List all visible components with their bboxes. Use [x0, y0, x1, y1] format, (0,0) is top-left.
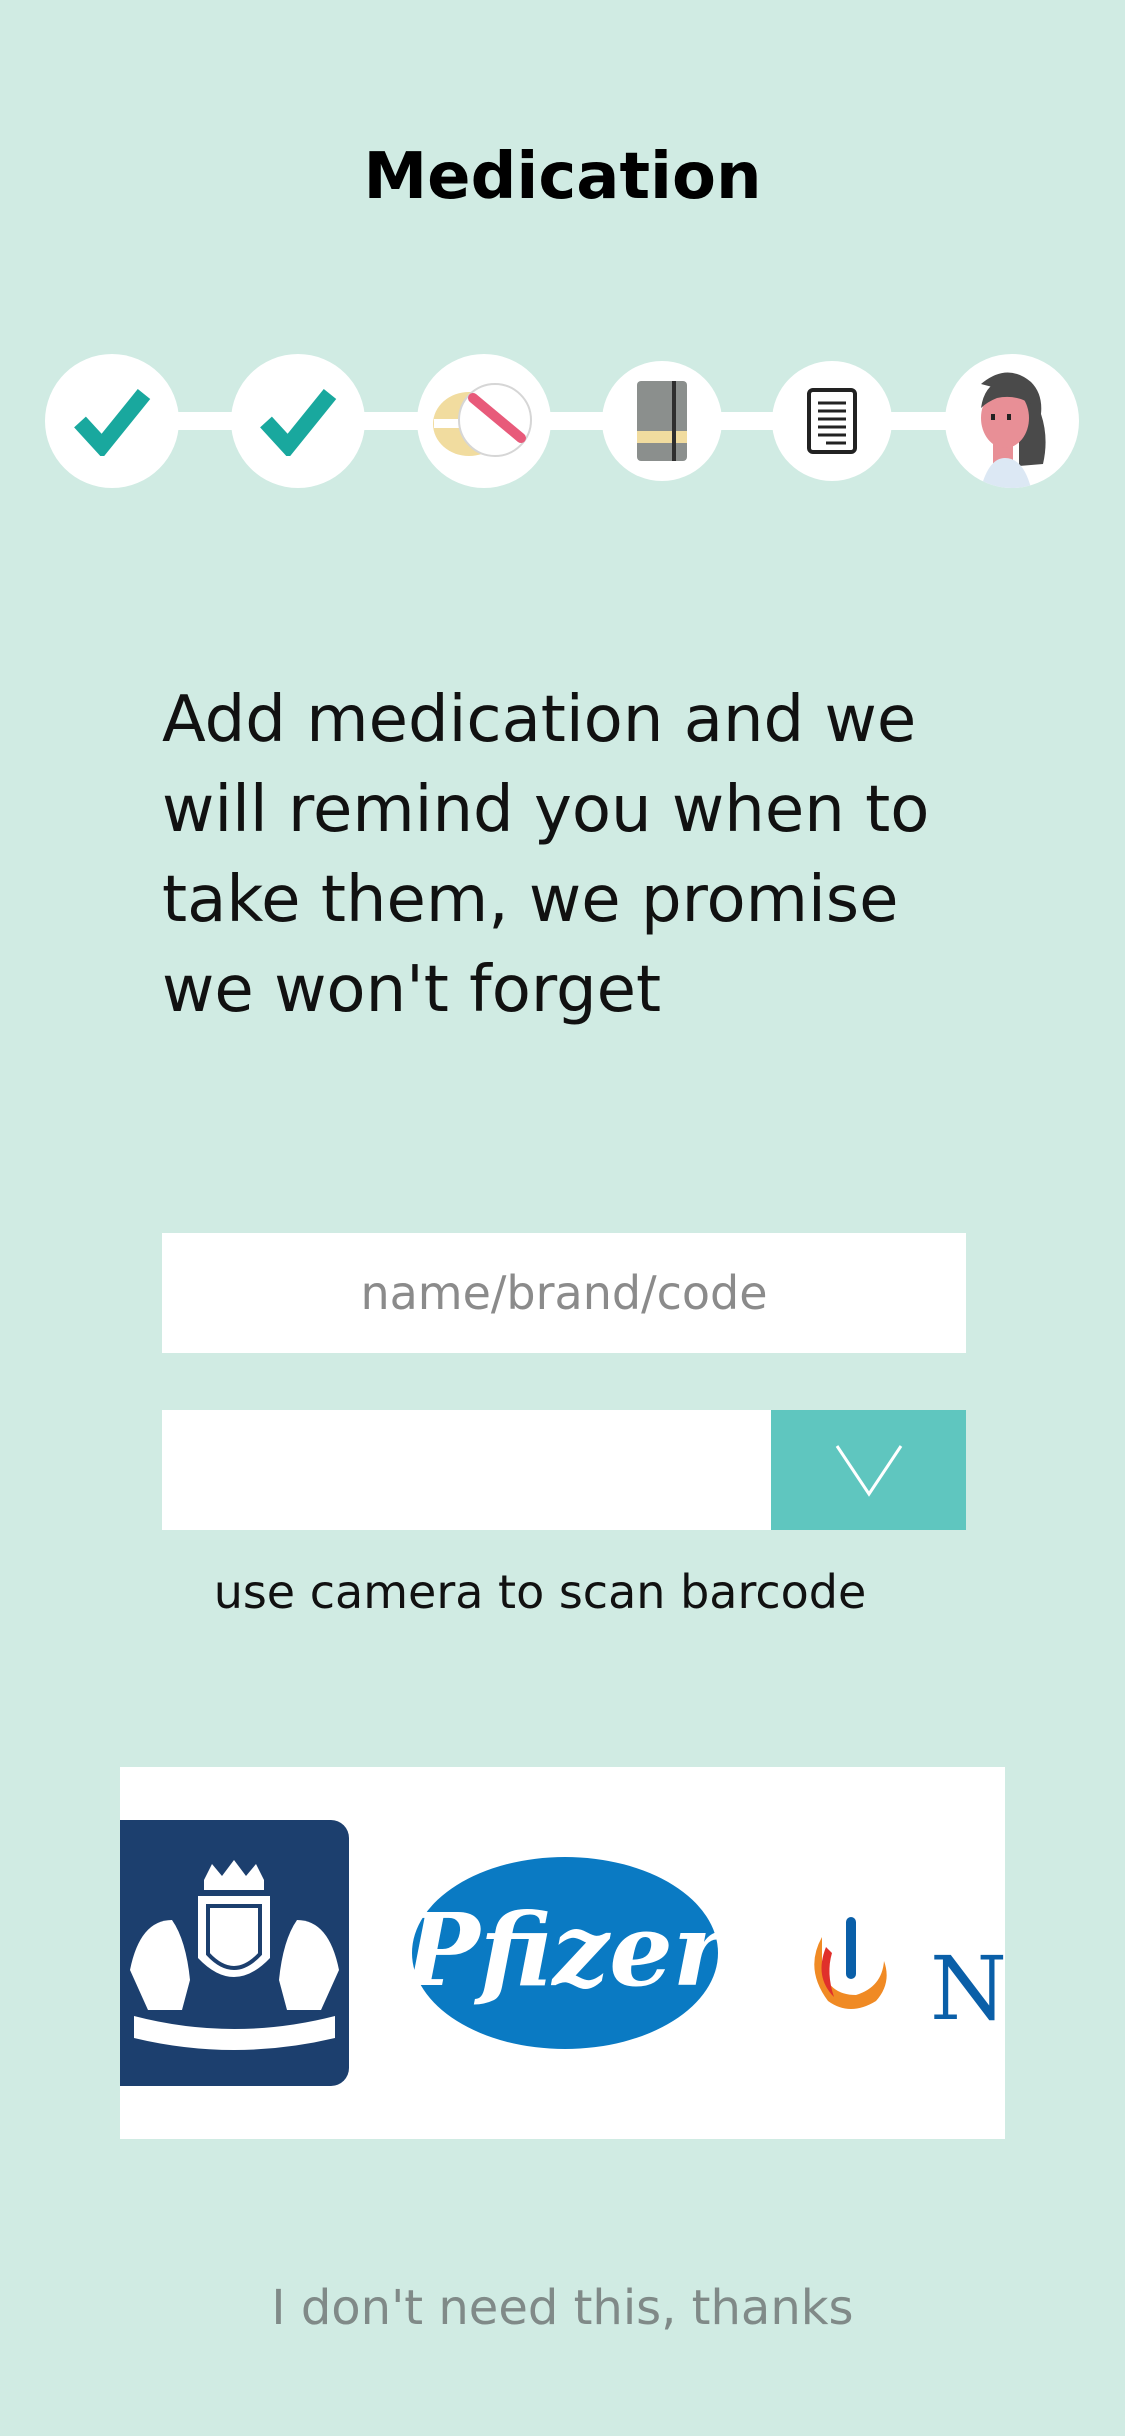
- svg-text:Pfizer: Pfizer: [410, 1891, 720, 2009]
- skip-link[interactable]: I don't need this, thanks: [0, 2280, 1125, 2336]
- page-title: Medication: [363, 140, 762, 214]
- progress-stepper: [0, 350, 1125, 490]
- intro-text: Add medication and we will remind you wh…: [162, 683, 930, 1027]
- document-icon: [807, 388, 857, 454]
- step-2[interactable]: [231, 354, 365, 488]
- dropdown-toggle-button[interactable]: [771, 1410, 966, 1530]
- pill-icon: [433, 383, 532, 457]
- scan-barcode-link[interactable]: use camera to scan barcode: [120, 1565, 960, 1619]
- step-3[interactable]: [417, 354, 551, 488]
- rijksoverheid-logo: [120, 1820, 349, 2086]
- chevron-down-icon: [835, 1445, 902, 1497]
- pfizer-logo: Pfizer: [410, 1857, 720, 2049]
- check-icon: [260, 388, 337, 456]
- check-icon: [74, 388, 151, 456]
- step-4[interactable]: [602, 361, 722, 481]
- novo-nordisk-wordmark: Nc: [930, 1937, 1005, 2040]
- medication-dropdown[interactable]: [162, 1410, 966, 1530]
- dropdown-selected-value[interactable]: [162, 1410, 771, 1530]
- novo-nordisk-logo: [814, 1917, 887, 2009]
- doctor-avatar-icon: [981, 372, 1046, 488]
- step-1[interactable]: [45, 354, 179, 488]
- medication-search-input[interactable]: [162, 1233, 966, 1353]
- notebook-icon: [637, 381, 687, 461]
- step-5[interactable]: [772, 361, 892, 481]
- step-6[interactable]: [945, 354, 1079, 488]
- partner-logos-carousel[interactable]: Pfizer Nc: [120, 1767, 1005, 2139]
